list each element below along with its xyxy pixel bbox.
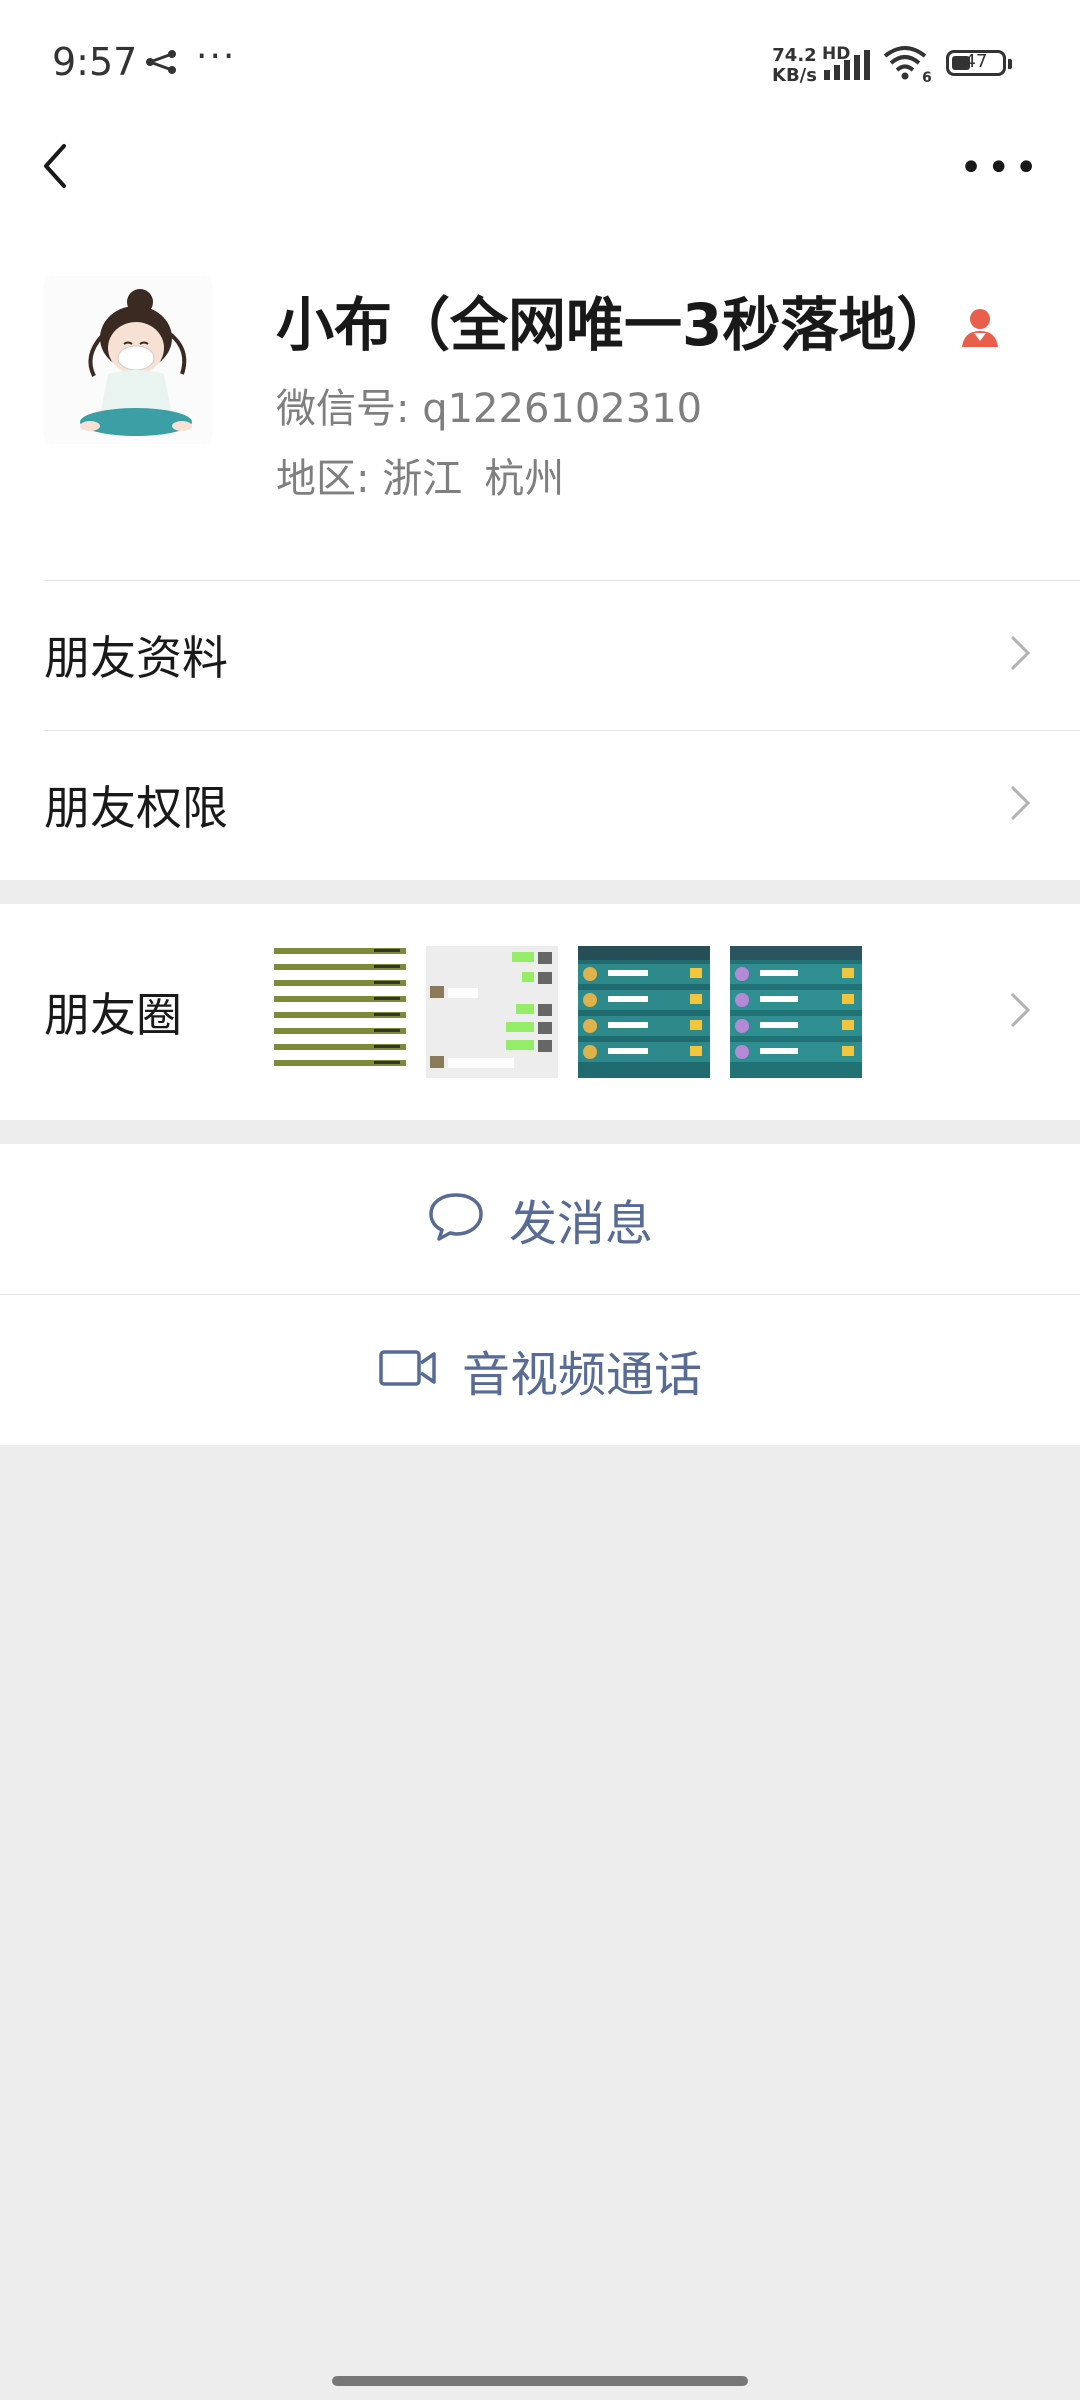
battery-level: 47 [964, 51, 988, 72]
status-bar: 9:57 ··· 74.2 KB/s HD 6 47 [0, 0, 1080, 128]
profile-name-text: 小布（全网唯一3秒落地） [276, 291, 955, 359]
chat-bubble-icon [427, 1191, 485, 1247]
friend-permissions-label: 朋友权限 [44, 781, 228, 835]
network-speed: 74.2 KB/s [772, 46, 817, 86]
moments-thumbnail [274, 946, 406, 1078]
female-user-icon [960, 295, 1000, 363]
moments-thumbnail [426, 946, 558, 1078]
battery-icon: 47 [946, 50, 1012, 76]
friend-permissions-row[interactable]: 朋友权限 [0, 730, 1080, 880]
wechat-id: 微信号: q1226102310 [276, 376, 702, 434]
wechat-id-label: 微信号: [276, 386, 410, 432]
share-icon [144, 48, 180, 80]
network-speed-value: 74.2 [772, 45, 817, 66]
region-province: 浙江 [382, 456, 463, 502]
status-time: 9:57 [52, 40, 138, 84]
moments-row[interactable]: 朋友圈 [0, 904, 1080, 1120]
region: 地区: 浙江 杭州 [276, 446, 564, 504]
network-speed-unit: KB/s [772, 65, 817, 86]
video-camera-icon [378, 1348, 438, 1392]
chevron-right-icon [1008, 783, 1032, 827]
chevron-right-icon [1008, 633, 1032, 677]
avatar[interactable] [44, 276, 212, 444]
home-indicator[interactable] [332, 2376, 748, 2386]
notification-more-icon: ··· [196, 36, 237, 77]
video-call-label: 音视频通话 [461, 1347, 702, 1403]
wechat-id-value: q1226102310 [422, 386, 703, 432]
section-gap [0, 1120, 1080, 1144]
header-section: 9:57 ··· 74.2 KB/s HD 6 47 ••• 小布（全网唯一3秒… [0, 0, 1080, 880]
moments-thumbnail [730, 946, 862, 1078]
friend-info-row[interactable]: 朋友资料 [0, 580, 1080, 730]
chevron-left-icon[interactable] [36, 136, 76, 196]
moments-thumbnail [578, 946, 710, 1078]
wifi-6-label: 6 [922, 70, 932, 86]
region-label: 地区: [276, 456, 370, 502]
signal-icon [822, 50, 872, 84]
send-message-button[interactable]: 发消息 [0, 1144, 1080, 1294]
section-gap [0, 880, 1080, 904]
moments-thumbnails [274, 946, 862, 1078]
friend-info-label: 朋友资料 [44, 631, 228, 685]
chevron-right-icon [1008, 990, 1032, 1034]
nav-bar: ••• [0, 128, 1080, 208]
profile-name: 小布（全网唯一3秒落地） [276, 278, 1000, 363]
more-dots-icon[interactable]: ••• [959, 148, 1042, 188]
video-call-button[interactable]: 音视频通话 [0, 1295, 1080, 1445]
moments-label: 朋友圈 [44, 988, 182, 1042]
region-city: 杭州 [484, 456, 565, 502]
profile-card: 小布（全网唯一3秒落地） 微信号: q1226102310 地区: 浙江 杭州 [0, 208, 1080, 580]
send-message-label: 发消息 [508, 1196, 653, 1252]
